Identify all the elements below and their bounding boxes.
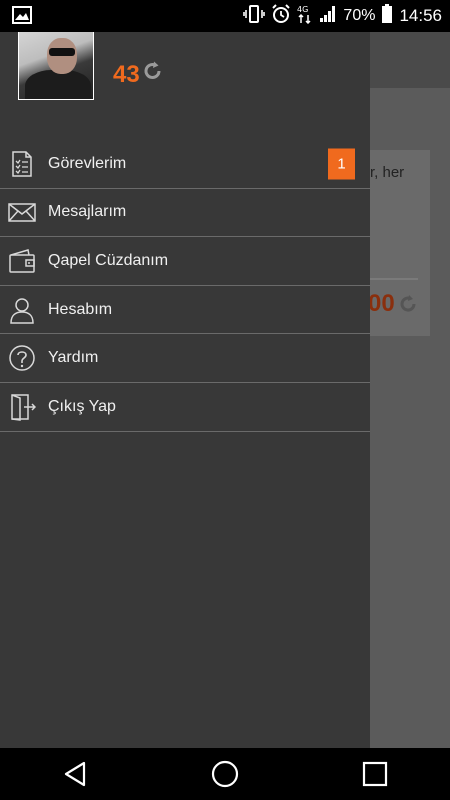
help-icon bbox=[8, 344, 36, 372]
status-time: 14:56 bbox=[399, 6, 442, 25]
points-display: 43 bbox=[113, 60, 164, 89]
network-type-label: 4G bbox=[297, 5, 308, 14]
menu-item-label: Qapel Cüzdanım bbox=[48, 251, 169, 269]
background-card-text: r, her bbox=[370, 164, 405, 181]
image-notification-icon bbox=[12, 6, 32, 29]
navigation-drawer: 43 Görevlerim 1 Mesajlarım Qapel Cüzdanı… bbox=[0, 25, 370, 748]
drawer-menu: Görevlerim 1 Mesajlarım Qapel Cüzdanım H… bbox=[0, 140, 370, 432]
alarm-icon bbox=[271, 3, 291, 29]
notification-badge: 1 bbox=[328, 148, 355, 180]
envelope-icon bbox=[8, 198, 36, 226]
menu-item-hesabim[interactable]: Hesabım bbox=[0, 286, 370, 335]
vibrate-icon bbox=[243, 4, 266, 28]
back-button[interactable] bbox=[55, 754, 95, 794]
tasks-list-icon bbox=[8, 150, 36, 178]
network-type-icon: 4G bbox=[297, 4, 313, 29]
signal-icon bbox=[319, 5, 337, 28]
battery-percent: 70% bbox=[343, 7, 376, 24]
menu-item-mesajlarim[interactable]: Mesajlarım bbox=[0, 189, 370, 238]
recents-square-icon bbox=[362, 761, 388, 787]
menu-item-cikis[interactable]: Çıkış Yap bbox=[0, 383, 370, 432]
menu-item-label: Görevlerim bbox=[48, 154, 127, 172]
profile-header: 43 bbox=[0, 25, 370, 128]
background-card-divider bbox=[370, 278, 418, 280]
home-button[interactable] bbox=[205, 754, 245, 794]
menu-item-gorevlerim[interactable]: Görevlerim 1 bbox=[0, 140, 370, 189]
status-bar: 4G 70% 14:56 bbox=[0, 0, 450, 32]
battery-icon bbox=[381, 3, 393, 29]
menu-item-cuzdan[interactable]: Qapel Cüzdanım bbox=[0, 237, 370, 286]
logout-icon bbox=[8, 393, 37, 421]
refresh-icon bbox=[398, 294, 418, 319]
recents-button[interactable] bbox=[355, 754, 395, 794]
user-icon bbox=[8, 296, 36, 324]
back-triangle-icon bbox=[64, 761, 86, 787]
menu-item-label: Yardım bbox=[48, 349, 99, 367]
system-navigation-bar bbox=[0, 748, 450, 800]
background-card-value: 00 bbox=[368, 290, 395, 317]
menu-item-yardim[interactable]: Yardım bbox=[0, 334, 370, 383]
menu-item-label: Çıkış Yap bbox=[48, 397, 116, 415]
refresh-icon bbox=[142, 60, 164, 89]
wallet-icon bbox=[8, 247, 36, 275]
menu-item-label: Mesajlarım bbox=[48, 203, 127, 221]
avatar[interactable] bbox=[18, 25, 94, 100]
home-circle-icon bbox=[211, 760, 239, 788]
menu-item-label: Hesabım bbox=[48, 300, 113, 318]
points-value: 43 bbox=[113, 60, 140, 88]
